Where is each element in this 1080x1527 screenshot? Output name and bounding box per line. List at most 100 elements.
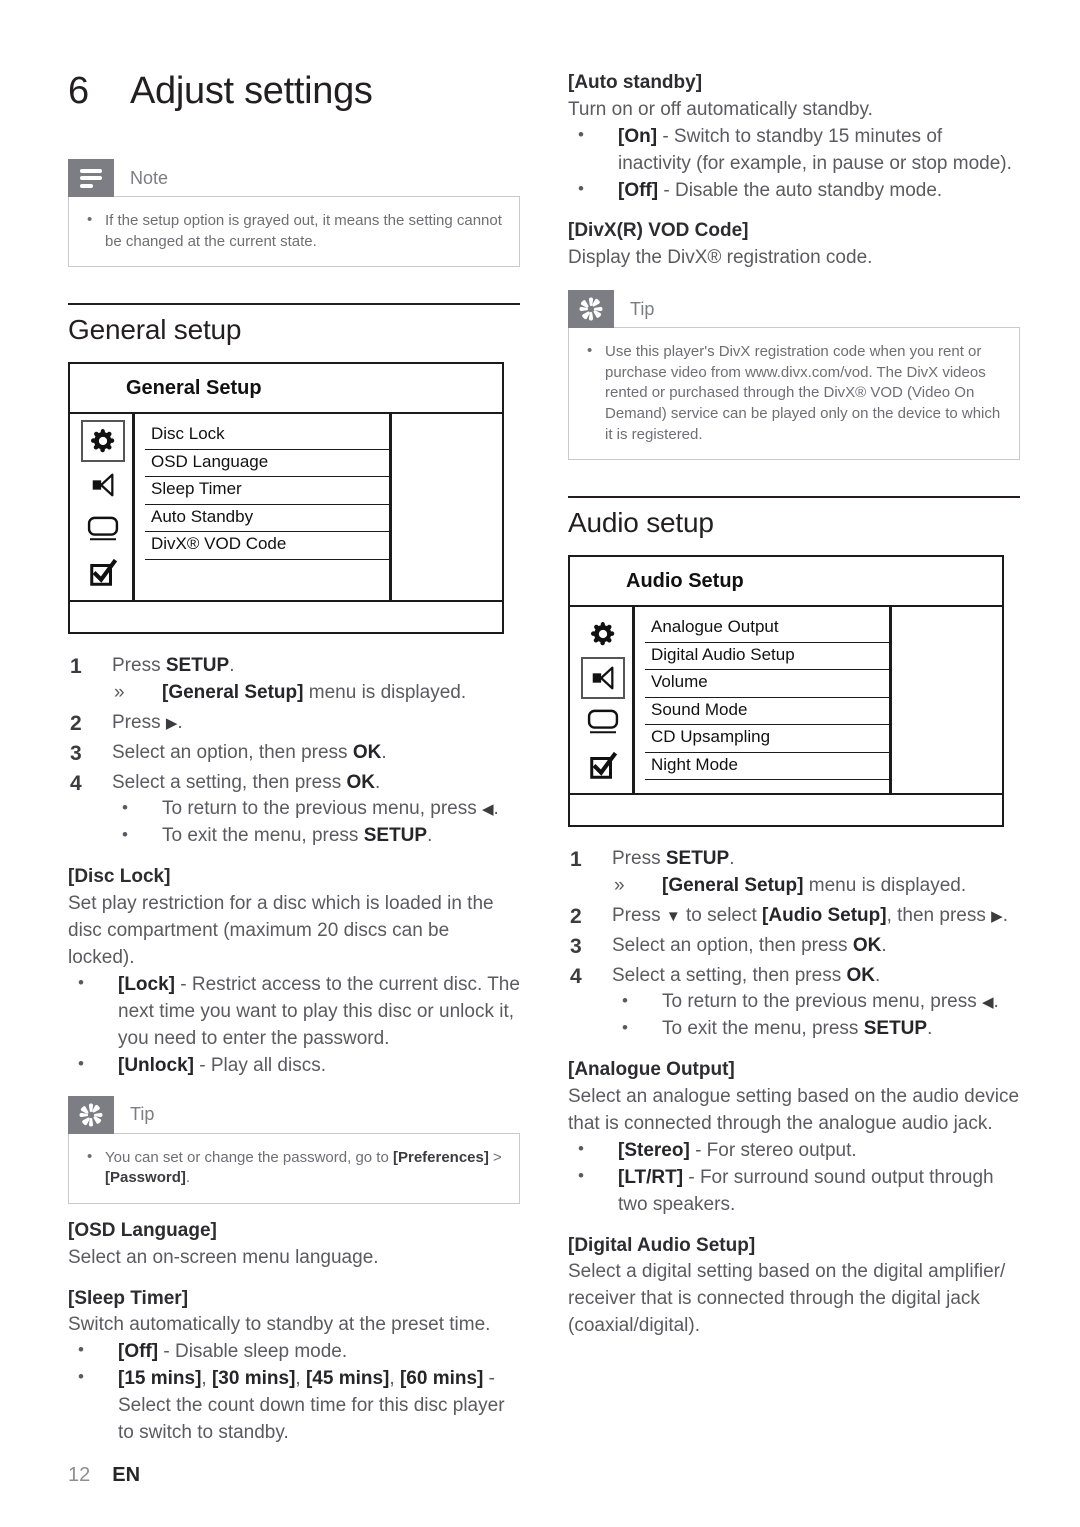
osd-status-bar [70,602,502,632]
tip-callout-body: Use this player's DivX registration code… [568,327,1020,461]
osd-menu-item[interactable]: Digital Audio Setup [645,643,889,671]
chapter-number: 6 [68,70,90,112]
step-text: Press SETUP. [112,655,235,677]
substep-marker: • [622,991,628,1011]
option-osd-language: [OSD Language] Select an on-screen menu … [68,1218,520,1272]
audio-setup-osd-screenshot: Audio Setup Analogue Output Digital Audi… [568,555,1004,828]
page-footer: 12 EN [68,1464,140,1487]
osd-item-list: Analogue Output Digital Audio Setup Volu… [635,607,892,794]
osd-body: Disc Lock OSD Language Sleep Timer Auto … [70,414,502,603]
option-heading: [Disc Lock] [68,866,171,888]
list-item: [On] - Switch to standby 15 minutes of i… [568,123,1020,178]
substep-list: • To return to the previous menu, press … [112,796,520,850]
substep-item: • To return to the previous menu, press … [612,989,1020,1016]
tip-callout-password: Tip You can set or change the password, … [68,1095,520,1204]
option-heading: [DivX(R) VOD Code] [568,220,749,242]
general-setup-heading: General setup [68,303,520,346]
option-description: Select an analogue setting based on the … [568,1085,1020,1134]
osd-menu-item[interactable]: Night Mode [645,753,889,781]
tip-list: You can set or change the password, go t… [83,1147,503,1189]
step-item: Select an option, then press OK. [568,932,1020,962]
speaker-icon[interactable] [581,657,625,700]
note-callout-label: Note [130,167,169,188]
tip-callout-divx: Tip Use this player's DivX registration … [568,290,1020,461]
step-text: Select an option, then press OK. [612,934,887,956]
option-bullet-list: [On] - Switch to standby 15 minutes of i… [568,123,1020,205]
option-auto-standby: [Auto standby] Turn on or off automatica… [568,70,1020,204]
option-sleep-timer: [Sleep Timer] Switch automatically to st… [68,1286,520,1447]
substep-text: To return to the previous menu, press ◀. [662,991,999,1013]
osd-value-pane [392,414,502,600]
tip-callout-body: You can set or change the password, go t… [68,1132,520,1204]
gear-icon[interactable] [581,613,625,655]
osd-menu-item[interactable]: Auto Standby [145,505,389,533]
note-lines-icon [68,159,114,197]
step-text: Press ▶. [112,712,183,734]
page-number: 12 [68,1464,91,1486]
speaker-icon[interactable] [81,464,125,506]
option-bullet-list: [Off] - Disable sleep mode. [15 mins], [… [68,1338,520,1447]
osd-menu-item[interactable]: Disc Lock [145,422,389,450]
chapter-heading: 6 Adjust settings [68,70,520,113]
substep-item: • To exit the menu, press SETUP. [112,823,520,850]
substep-item: » [General Setup] menu is displayed. [612,873,1020,900]
option-description: Display the DivX® registration code. [568,247,873,269]
substep-list: » [General Setup] menu is displayed. [612,873,1020,900]
step-text: Select an option, then press OK. [112,741,387,763]
note-list: If the setup option is grayed out, it me… [83,210,503,252]
preferences-checkbox-icon[interactable] [81,552,125,594]
substep-list: » [General Setup] menu is displayed. [112,680,520,707]
osd-menu-item[interactable]: Volume [645,670,889,698]
osd-menu-item[interactable]: OSD Language [145,450,389,478]
step-item: Select a setting, then press OK. • To re… [568,962,1020,1044]
option-analogue-output: [Analogue Output] Select an analogue set… [568,1057,1020,1218]
option-description: Select an on-screen menu language. [68,1246,379,1268]
chapter-title: Adjust settings [130,70,373,112]
starburst-icon [68,1095,114,1134]
osd-title: General Setup [70,364,502,415]
option-heading: [Digital Audio Setup] [568,1234,756,1256]
tip-callout-header: Tip [68,1095,520,1134]
display-icon[interactable] [81,508,125,550]
language-code: EN [112,1464,141,1486]
preferences-checkbox-icon[interactable] [581,745,625,787]
list-item: [Lock] - Restrict access to the current … [68,971,520,1053]
list-item: If the setup option is grayed out, it me… [83,210,503,252]
step-item: Press ▶. [68,709,520,739]
note-callout-body: If the setup option is grayed out, it me… [68,196,520,268]
starburst-icon [568,290,614,329]
osd-icon-rail [70,414,135,601]
section-divider [568,496,1020,499]
step-item: Press ▼ to select [Audio Setup], then pr… [568,902,1020,932]
osd-menu-item[interactable]: Analogue Output [645,615,889,643]
osd-value-pane [892,607,1002,793]
substep-text: To exit the menu, press SETUP. [162,825,433,847]
list-item: [Unlock] - Play all discs. [68,1052,520,1080]
step-text: Press ▼ to select [Audio Setup], then pr… [612,905,1008,927]
osd-status-bar [570,795,1002,825]
substep-marker: » [114,682,125,704]
substep-list: • To return to the previous menu, press … [612,989,1020,1043]
display-icon[interactable] [581,701,625,743]
option-description: Set play restriction for a disc which is… [68,892,494,968]
section-title: Audio setup [568,507,714,539]
audio-setup-heading: Audio setup [568,496,1020,539]
list-item: You can set or change the password, go t… [83,1147,503,1189]
option-disc-lock: [Disc Lock] Set play restriction for a d… [68,864,520,1079]
osd-menu-item[interactable]: DivX® VOD Code [145,532,389,560]
note-callout: Note If the setup option is grayed out, … [68,159,520,268]
note-callout-header: Note [68,159,520,197]
osd-menu-item[interactable]: Sound Mode [645,698,889,726]
step-item: Select an option, then press OK. [68,739,520,769]
option-bullet-list: [Stereo] - For stereo output. [LT/RT] - … [568,1137,1020,1219]
gear-icon[interactable] [81,420,125,463]
osd-menu-item[interactable]: Sleep Timer [145,477,389,505]
option-heading: [Analogue Output] [568,1059,735,1081]
tip-callout-label: Tip [630,298,655,319]
osd-menu-item[interactable]: CD Upsampling [645,725,889,753]
right-column: [Auto standby] Turn on or off automatica… [568,70,1020,1340]
substep-marker: • [122,798,128,818]
option-heading: [OSD Language] [68,1219,217,1241]
list-item: [Stereo] - For stereo output. [568,1137,1020,1165]
option-description: Turn on or off automatically standby. [568,98,873,120]
